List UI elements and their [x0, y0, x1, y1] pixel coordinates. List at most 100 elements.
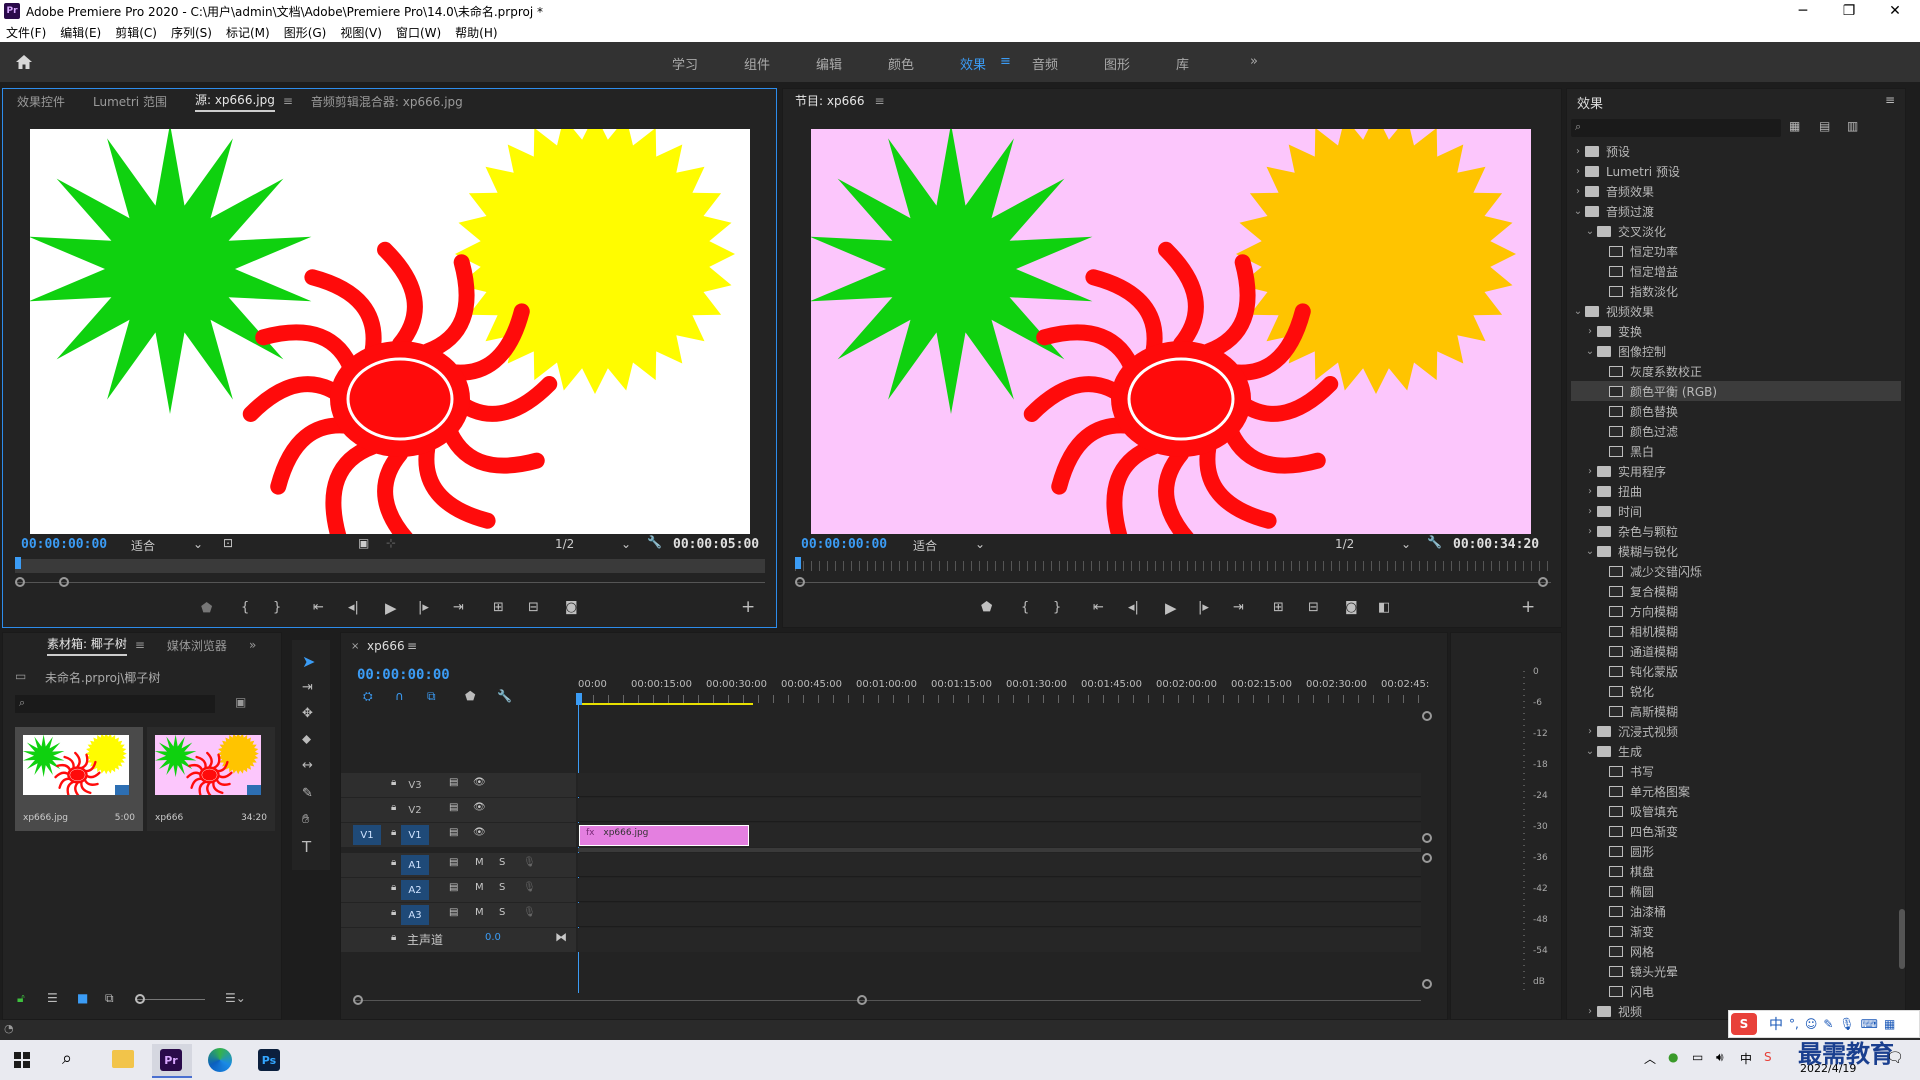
- effects-tree-item[interactable]: ⌄ 图像控制: [1571, 341, 1901, 361]
- timeline-timecode[interactable]: 00:00:00:00: [357, 667, 450, 683]
- notification-icon[interactable]: 🗨︎: [1886, 1050, 1904, 1066]
- track-sync-icon[interactable]: ▤: [449, 907, 458, 918]
- project-item-xp666-sequence[interactable]: xp666 34:20: [147, 727, 275, 831]
- effects-tree-item[interactable]: › 音频效果: [1571, 181, 1901, 201]
- track-lane-v3[interactable]: [578, 773, 1421, 797]
- edge-browser-icon[interactable]: [208, 1048, 232, 1072]
- ime-voice-icon[interactable]: 🎙︎: [1839, 1017, 1854, 1031]
- track-sync-icon[interactable]: ▤: [449, 802, 458, 813]
- close-button[interactable]: ✕: [1872, 0, 1918, 22]
- timeline-close-icon[interactable]: ×: [351, 641, 359, 652]
- chevron-down-icon[interactable]: ⌄: [1583, 226, 1597, 237]
- accelerated-effects-icon[interactable]: ▦: [1789, 119, 1800, 133]
- track-lock-icon[interactable]: 🔒︎: [391, 857, 396, 868]
- bin-tab-menu-icon[interactable]: ≡: [135, 638, 145, 652]
- chevron-right-icon[interactable]: ›: [1583, 1006, 1597, 1017]
- effects-tree-item[interactable]: 相机模糊: [1571, 621, 1901, 641]
- menu-file[interactable]: 文件(F): [6, 24, 46, 41]
- chevron-down-icon[interactable]: ⌄: [1583, 546, 1597, 557]
- source-go-to-out-icon[interactable]: ⇥: [453, 600, 464, 615]
- ime-emoji-icon[interactable]: ☺: [1805, 1017, 1818, 1031]
- source-settings-wrench-icon[interactable]: 🔧: [647, 535, 662, 549]
- tab-media-browser[interactable]: 媒体浏览器: [167, 637, 227, 654]
- nest-sequence-icon[interactable]: ⛭: [363, 689, 373, 704]
- ime-skin-icon[interactable]: ✎: [1823, 1017, 1833, 1031]
- tab-lumetri-scopes[interactable]: Lumetri 范围: [93, 93, 167, 110]
- voiceover-mic-icon[interactable]: 🎙︎: [523, 882, 536, 893]
- source-resolution-dropdown[interactable]: 1/2: [555, 537, 574, 551]
- zoom-slider[interactable]: [135, 999, 205, 1000]
- effects-tree-item[interactable]: 闪电: [1571, 981, 1901, 1001]
- workspace-tab-learn[interactable]: 学习: [672, 54, 698, 73]
- source-zoom-handle-left[interactable]: [15, 577, 25, 587]
- source-playhead[interactable]: [15, 557, 21, 569]
- home-icon[interactable]: [14, 52, 34, 72]
- program-mark-in-icon[interactable]: {: [1021, 600, 1029, 615]
- audio-scroll-handle-top[interactable]: [1422, 853, 1432, 863]
- effects-tree-item[interactable]: › 变换: [1571, 321, 1901, 341]
- effects-tree-item[interactable]: 钝化蒙版: [1571, 661, 1901, 681]
- track-sync-icon[interactable]: ▤: [449, 857, 458, 868]
- windows-start-icon[interactable]: [14, 1052, 30, 1068]
- program-export-frame-icon[interactable]: ◙: [1345, 600, 1358, 615]
- workspace-menu-icon[interactable]: ≡: [1000, 54, 1011, 69]
- chevron-down-icon[interactable]: ⌄: [1571, 306, 1585, 317]
- chevron-right-icon[interactable]: ›: [1583, 486, 1597, 497]
- effects-tree-item[interactable]: 通道模糊: [1571, 641, 1901, 661]
- tab-effect-controls[interactable]: 效果控件: [17, 93, 65, 110]
- effects-tree-item[interactable]: 指数淡化: [1571, 281, 1901, 301]
- timeline-zoom-bar[interactable]: [353, 1000, 1421, 1001]
- tab-source[interactable]: 源: xp666.jpg: [194, 91, 275, 112]
- effects-tree-item[interactable]: ⌄ 模糊与锐化: [1571, 541, 1901, 561]
- solo-button[interactable]: S: [499, 857, 505, 868]
- menu-clip[interactable]: 剪辑(C): [115, 24, 157, 41]
- source-drag-video-icon[interactable]: ▣: [358, 536, 369, 550]
- effects-tree-item[interactable]: 颜色平衡 (RGB): [1571, 381, 1901, 401]
- add-marker-icon[interactable]: ⬟: [465, 689, 475, 703]
- program-playhead[interactable]: [795, 557, 801, 569]
- track-lock-icon[interactable]: 🔒︎: [391, 777, 396, 788]
- effects-tree-item[interactable]: › 沉浸式视频: [1571, 721, 1901, 741]
- effects-tree-item[interactable]: 油漆桶: [1571, 901, 1901, 921]
- effects-panel-menu-icon[interactable]: ≡: [1885, 93, 1895, 107]
- source-step-back-icon[interactable]: ◂|: [348, 600, 359, 615]
- track-name-a3[interactable]: A3: [401, 905, 429, 925]
- slip-tool-icon[interactable]: ↔: [302, 758, 313, 773]
- tray-volume-icon[interactable]: 🔊︎: [1716, 1050, 1724, 1065]
- program-settings-wrench-icon[interactable]: 🔧: [1427, 535, 1442, 549]
- effects-tree-item[interactable]: 椭圆: [1571, 881, 1901, 901]
- workspace-tab-libraries[interactable]: 库: [1176, 54, 1189, 73]
- track-name-v1[interactable]: V1: [401, 825, 429, 845]
- program-timecode[interactable]: 00:00:00:00: [801, 537, 887, 552]
- list-view-icon[interactable]: ☰: [47, 991, 58, 1005]
- track-name-a2[interactable]: A2: [401, 880, 429, 900]
- track-lock-icon[interactable]: 🔒︎: [391, 827, 396, 838]
- track-lock-icon[interactable]: 🔒︎: [391, 932, 396, 943]
- video-scroll-handle-top[interactable]: [1422, 711, 1432, 721]
- yuv-effects-icon[interactable]: ▥: [1847, 119, 1858, 133]
- taskbar-premiere-button[interactable]: Pr: [152, 1044, 192, 1078]
- minimize-button[interactable]: ─: [1780, 0, 1826, 22]
- source-drag-audio-icon[interactable]: ⊹: [386, 536, 396, 550]
- program-comparison-icon[interactable]: ◧: [1378, 600, 1390, 615]
- effects-tree-item[interactable]: 单元格图案: [1571, 781, 1901, 801]
- ripple-edit-tool-icon[interactable]: ✥: [302, 706, 313, 721]
- effects-tree-item[interactable]: 棋盘: [1571, 861, 1901, 881]
- source-scrubber[interactable]: [15, 559, 765, 573]
- track-eye-icon[interactable]: 👁︎: [473, 802, 486, 813]
- effects-tree-item[interactable]: 四色渐变: [1571, 821, 1901, 841]
- workspace-tab-assembly[interactable]: 组件: [744, 54, 770, 73]
- program-extract-icon[interactable]: ⊟: [1308, 600, 1319, 615]
- project-item-xp666-jpg[interactable]: xp666.jpg 5:00: [15, 727, 143, 831]
- hand-tool-icon[interactable]: ✋︎: [302, 812, 309, 827]
- chevron-down-icon[interactable]: ⌄: [1583, 746, 1597, 757]
- timeline-settings-wrench-icon[interactable]: 🔧: [497, 689, 512, 703]
- effects-tree-item[interactable]: ⌄ 视频效果: [1571, 301, 1901, 321]
- tray-sogou-icon[interactable]: S: [1764, 1050, 1772, 1064]
- track-name-v2[interactable]: V2: [401, 800, 429, 820]
- program-step-back-icon[interactable]: ◂|: [1128, 600, 1139, 615]
- video-audio-divider[interactable]: [578, 848, 1421, 852]
- menu-window[interactable]: 窗口(W): [396, 24, 441, 41]
- track-lane-a2[interactable]: [578, 878, 1421, 902]
- effects-tree-item[interactable]: 复合模糊: [1571, 581, 1901, 601]
